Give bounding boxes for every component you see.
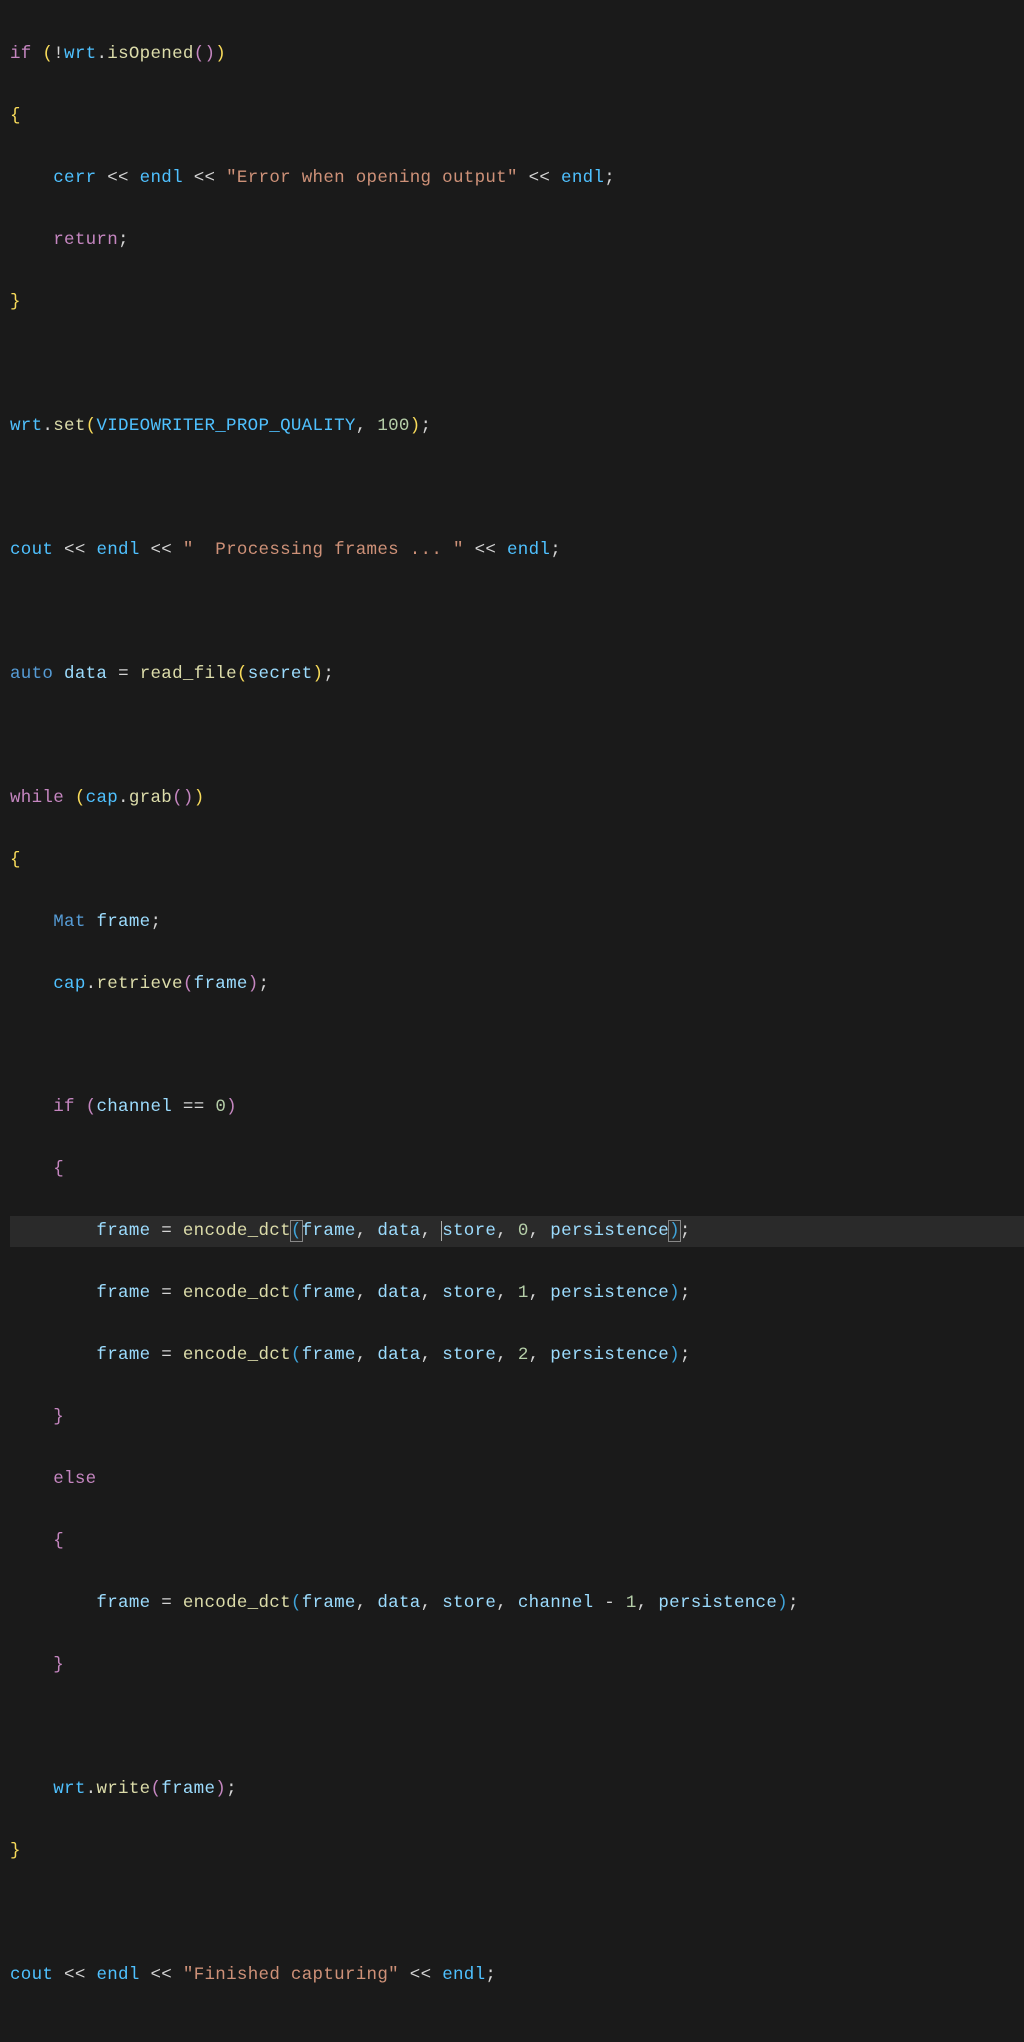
code-line: while (cap.grab())	[10, 783, 1024, 814]
code-line: cout << endl << " Processing frames ... …	[10, 535, 1024, 566]
code-line: {	[10, 1526, 1024, 1557]
code-editor[interactable]: if (!wrt.isOpened()) { cerr << endl << "…	[0, 0, 1024, 2042]
code-line: {	[10, 101, 1024, 132]
code-line	[10, 721, 1024, 752]
code-line: {	[10, 845, 1024, 876]
code-line: {	[10, 1154, 1024, 1185]
code-line: }	[10, 1402, 1024, 1433]
code-line	[10, 1030, 1024, 1061]
code-line: cerr << endl << "Error when opening outp…	[10, 163, 1024, 194]
code-line	[10, 349, 1024, 380]
code-line: wrt.set(VIDEOWRITER_PROP_QUALITY, 100);	[10, 411, 1024, 442]
code-line: }	[10, 287, 1024, 318]
code-line: }	[10, 1836, 1024, 1867]
code-line	[10, 473, 1024, 504]
code-line: if (channel == 0)	[10, 1092, 1024, 1123]
code-line: frame = encode_dct(frame, data, store, 1…	[10, 1278, 1024, 1309]
keyword-if: if	[10, 44, 32, 64]
code-line: cap.retrieve(frame);	[10, 969, 1024, 1000]
code-line-cursor: frame = encode_dct(frame, data, store, 0…	[10, 1216, 1024, 1247]
code-line: frame = encode_dct(frame, data, store, c…	[10, 1588, 1024, 1619]
code-line: wrt.write(frame);	[10, 1774, 1024, 1805]
code-line: cout << endl << "Finished capturing" << …	[10, 1960, 1024, 1991]
code-line: else	[10, 1464, 1024, 1495]
code-line: frame = encode_dct(frame, data, store, 2…	[10, 1340, 1024, 1371]
code-line	[10, 597, 1024, 628]
code-line: if (!wrt.isOpened())	[10, 39, 1024, 70]
code-line	[10, 1898, 1024, 1929]
code-line: return;	[10, 225, 1024, 256]
code-line: auto data = read_file(secret);	[10, 659, 1024, 690]
code-line: }	[10, 1650, 1024, 1681]
code-line: Mat frame;	[10, 907, 1024, 938]
code-line	[10, 1712, 1024, 1743]
